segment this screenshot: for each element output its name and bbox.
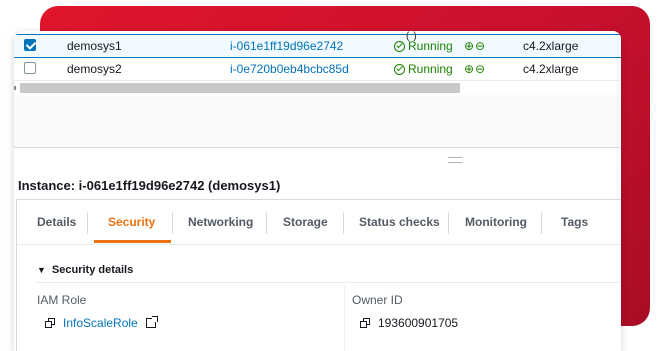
console-panel: demosys1 i-061e1ff19d96e2742 Running ⊕⊖ … bbox=[14, 31, 621, 351]
horizontal-scrollbar[interactable] bbox=[20, 83, 460, 93]
instance-state: Running bbox=[394, 39, 453, 53]
check-circle-icon bbox=[394, 63, 405, 75]
tab-divider bbox=[87, 212, 88, 234]
tab-divider bbox=[343, 212, 344, 234]
cursor-glyph-icon: () bbox=[406, 31, 421, 42]
tab-networking[interactable]: Networking bbox=[188, 215, 253, 229]
tab-tags[interactable]: Tags bbox=[561, 215, 588, 229]
scroll-arrow-icon[interactable] bbox=[14, 86, 16, 90]
instance-name: demosys1 bbox=[67, 39, 122, 53]
instance-details-panel: Details Security Networking Storage Stat… bbox=[16, 199, 621, 351]
column-divider bbox=[344, 286, 345, 351]
tab-monitoring[interactable]: Monitoring bbox=[465, 215, 527, 229]
security-details-header[interactable]: ▼ Security details bbox=[37, 264, 133, 276]
table-row[interactable]: demosys1 i-061e1ff19d96e2742 Running ⊕⊖ … bbox=[14, 31, 621, 58]
table-row[interactable]: demosys2 i-0e720b0eb4bcbc85d Running ⊕⊖ … bbox=[14, 58, 621, 81]
instance-type: c4.2xlarge bbox=[523, 62, 579, 76]
tab-security[interactable]: Security bbox=[108, 215, 155, 229]
owner-id-value: 193600901705 bbox=[360, 316, 458, 330]
instance-name: demosys2 bbox=[67, 62, 122, 76]
state-label: Running bbox=[408, 62, 453, 76]
iam-role-value: InfoScaleRole bbox=[45, 316, 158, 330]
tab-storage[interactable]: Storage bbox=[283, 215, 328, 229]
instance-id-link[interactable]: i-0e720b0eb4bcbc85d bbox=[230, 62, 349, 76]
table-empty-area bbox=[14, 95, 621, 147]
instance-state: Running bbox=[394, 62, 453, 76]
row-checkbox[interactable] bbox=[24, 62, 36, 74]
tab-divider bbox=[448, 212, 449, 234]
owner-id-text: 193600901705 bbox=[378, 316, 459, 330]
resize-handle-icon[interactable] bbox=[448, 157, 462, 163]
zoom-icons[interactable]: ⊕⊖ bbox=[464, 39, 486, 53]
check-circle-icon bbox=[394, 40, 405, 52]
tab-divider bbox=[172, 212, 173, 234]
instance-details-title: Instance: i-061e1ff19d96e2742 (demosys1) bbox=[18, 178, 281, 193]
copy-icon[interactable] bbox=[360, 318, 370, 328]
tab-divider bbox=[541, 212, 542, 234]
caret-down-icon: ▼ bbox=[37, 265, 46, 275]
row-checkbox[interactable] bbox=[24, 39, 36, 51]
instance-type: c4.2xlarge bbox=[523, 39, 579, 53]
section-title: Security details bbox=[51, 264, 134, 276]
details-tabs: Details Security Networking Storage Stat… bbox=[17, 200, 621, 245]
copy-icon[interactable] bbox=[45, 318, 55, 328]
tab-status-checks[interactable]: Status checks bbox=[359, 215, 440, 229]
tab-details[interactable]: Details bbox=[37, 215, 76, 229]
instance-id-link[interactable]: i-061e1ff19d96e2742 bbox=[230, 39, 343, 53]
active-tab-indicator bbox=[94, 240, 171, 243]
tab-divider bbox=[266, 212, 267, 234]
iam-role-label: IAM Role bbox=[37, 293, 87, 307]
iam-role-link[interactable]: InfoScaleRole bbox=[63, 316, 138, 330]
split-divider bbox=[14, 147, 621, 148]
external-link-icon[interactable] bbox=[145, 316, 158, 328]
section-divider bbox=[35, 282, 621, 283]
zoom-icons[interactable]: ⊕⊖ bbox=[464, 62, 486, 76]
owner-id-label: Owner ID bbox=[352, 293, 403, 307]
